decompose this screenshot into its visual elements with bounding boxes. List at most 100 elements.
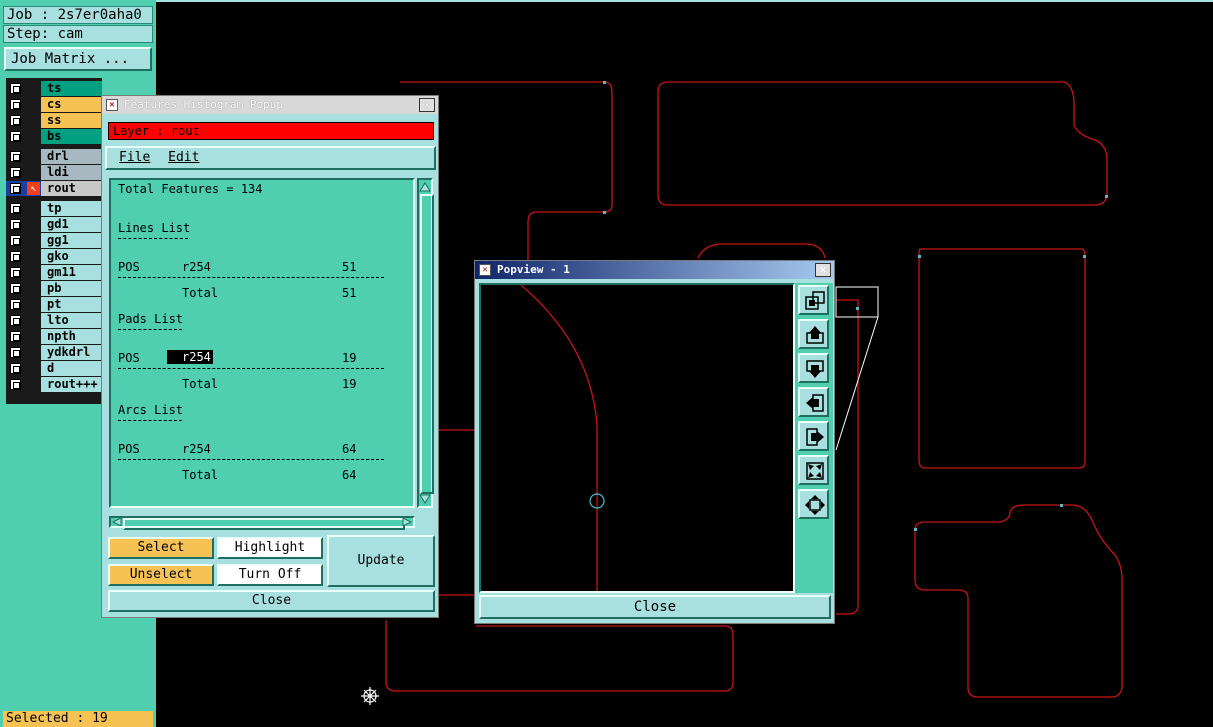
layer-checkbox[interactable] (10, 251, 21, 262)
arcs-symbol: r254 (182, 442, 211, 456)
layer-name[interactable]: pb (41, 281, 102, 296)
layer-checkbox[interactable] (10, 363, 21, 374)
vertical-scrollbar[interactable] (417, 178, 434, 508)
layer-name[interactable]: gg1 (41, 233, 102, 248)
layer-checkbox[interactable] (10, 99, 21, 110)
layer-row-bs[interactable]: bs (6, 129, 102, 144)
layer-name[interactable]: gko (41, 249, 102, 264)
layer-name[interactable]: tp (41, 201, 102, 216)
layer-checkbox[interactable] (10, 315, 21, 326)
pan-down-button[interactable] (798, 353, 829, 383)
layer-name[interactable]: gd1 (41, 217, 102, 232)
layer-checkbox[interactable] (10, 219, 21, 230)
layer-name[interactable]: drl (41, 149, 102, 164)
zoom-in-button[interactable] (798, 455, 829, 485)
layer-name[interactable]: rout (41, 181, 102, 196)
layer-row-gd1[interactable]: gd1 (6, 217, 102, 232)
histogram-titlebar[interactable]: ✕ Features Histogram Popup ✕ (102, 96, 438, 114)
layer-row-pb[interactable]: pb (6, 281, 102, 296)
layer-name[interactable]: d (41, 361, 102, 376)
hscroll-thumb[interactable] (123, 518, 405, 530)
layer-name[interactable]: pt (41, 297, 102, 312)
layer-checkbox[interactable] (10, 299, 21, 310)
menu-file-label: File (119, 150, 151, 165)
layer-row-npth[interactable]: npth (6, 329, 102, 344)
layer-row-ss[interactable]: ss (6, 113, 102, 128)
layer-checkbox[interactable] (10, 283, 21, 294)
layer-row-drl[interactable]: drl (6, 149, 102, 164)
close-icon[interactable]: ✕ (815, 263, 831, 277)
arcs-total-count: 64 (342, 468, 357, 482)
layer-checkbox[interactable] (10, 235, 21, 246)
close-button[interactable]: Close (108, 590, 435, 612)
layer-row-ydkdrl[interactable]: ydkdrl (6, 345, 102, 360)
zoom-window-icon (805, 291, 825, 310)
lines-symbol: r254 (182, 260, 211, 274)
layer-row-ldi[interactable]: ldi (6, 165, 102, 180)
menu-edit-label: Edit (168, 150, 200, 165)
layer-checkbox[interactable] (10, 203, 21, 214)
layer-name[interactable]: bs (41, 129, 102, 144)
menu-edit[interactable]: Edit (168, 148, 199, 168)
layer-row-pt[interactable]: pt (6, 297, 102, 312)
layer-checkbox[interactable] (10, 267, 21, 278)
pan-left-icon (806, 394, 824, 412)
histogram-text-area[interactable]: Total Features = 134 Lines List POS r254… (109, 178, 415, 508)
layer-name[interactable]: gm11 (41, 265, 102, 280)
layer-row-gg1[interactable]: gg1 (6, 233, 102, 248)
pads-symbol-selected[interactable]: r254 (167, 350, 213, 364)
zoom-window-button[interactable] (798, 285, 829, 315)
layer-row-lto[interactable]: lto (6, 313, 102, 328)
popview-toolbar (795, 283, 833, 593)
layer-name[interactable]: rout+++ (41, 377, 102, 392)
layer-row-rout[interactable]: ↖ rout (6, 181, 102, 196)
layer-row-gm11[interactable]: gm11 (6, 265, 102, 280)
job-matrix-button[interactable]: Job Matrix ... (4, 47, 152, 71)
layer-name[interactable]: lto (41, 313, 102, 328)
layer-checkbox[interactable] (10, 347, 21, 358)
zoom-in-icon (806, 462, 824, 480)
layer-row-cs[interactable]: cs (6, 97, 102, 112)
layer-name[interactable]: ydkdrl (41, 345, 102, 360)
update-button[interactable]: Update (327, 535, 435, 587)
popview-canvas[interactable] (479, 283, 795, 593)
layer-checkbox[interactable] (10, 131, 21, 142)
layer-checkbox[interactable] (10, 167, 21, 178)
pan-up-button[interactable] (798, 319, 829, 349)
layer-checkbox[interactable] (10, 379, 21, 390)
layer-checkbox[interactable] (10, 183, 21, 194)
layer-name[interactable]: ss (41, 113, 102, 128)
pan-right-button[interactable] (798, 421, 829, 451)
popview-window: ✕ Popview - 1 ✕ Close (474, 260, 835, 624)
pan-left-button[interactable] (798, 387, 829, 417)
horizontal-scrollbar[interactable] (109, 516, 415, 530)
scroll-thumb[interactable] (420, 194, 434, 494)
arcs-total-label: Total (182, 468, 219, 482)
layer-row-ts[interactable]: ts (6, 81, 102, 96)
layer-list[interactable]: ts cs ss bs drl ldi ↖ rout tp gd1 gg1 gko gm11 pb pt lt… (6, 78, 102, 404)
highlight-button[interactable]: Highlight (217, 537, 323, 559)
layer-name[interactable]: cs (41, 97, 102, 112)
popview-close-button[interactable]: Close (479, 595, 831, 619)
zoom-out-button[interactable] (798, 489, 829, 519)
popview-titlebar[interactable]: ✕ Popview - 1 ✕ (475, 261, 834, 279)
menu-file[interactable]: File (119, 148, 150, 168)
window-icon: ✕ (479, 264, 491, 276)
zoom-out-icon (805, 495, 825, 515)
layer-row-gko[interactable]: gko (6, 249, 102, 264)
layer-row-rout[interactable]: rout+++ (6, 377, 102, 392)
layer-name[interactable]: npth (41, 329, 102, 344)
layer-checkbox[interactable] (10, 151, 21, 162)
layer-name[interactable]: ts (41, 81, 102, 96)
layer-checkbox[interactable] (10, 115, 21, 126)
close-icon[interactable]: ✕ (419, 98, 435, 112)
layer-checkbox[interactable] (10, 331, 21, 342)
layer-name[interactable]: ldi (41, 165, 102, 180)
pads-total-count: 19 (342, 377, 357, 391)
layer-row-d[interactable]: d (6, 361, 102, 376)
layer-checkbox[interactable] (10, 83, 21, 94)
layer-row-tp[interactable]: tp (6, 201, 102, 216)
unselect-button[interactable]: Unselect (108, 564, 214, 586)
turn-off-button[interactable]: Turn Off (217, 564, 323, 586)
select-button[interactable]: Select (108, 537, 214, 559)
